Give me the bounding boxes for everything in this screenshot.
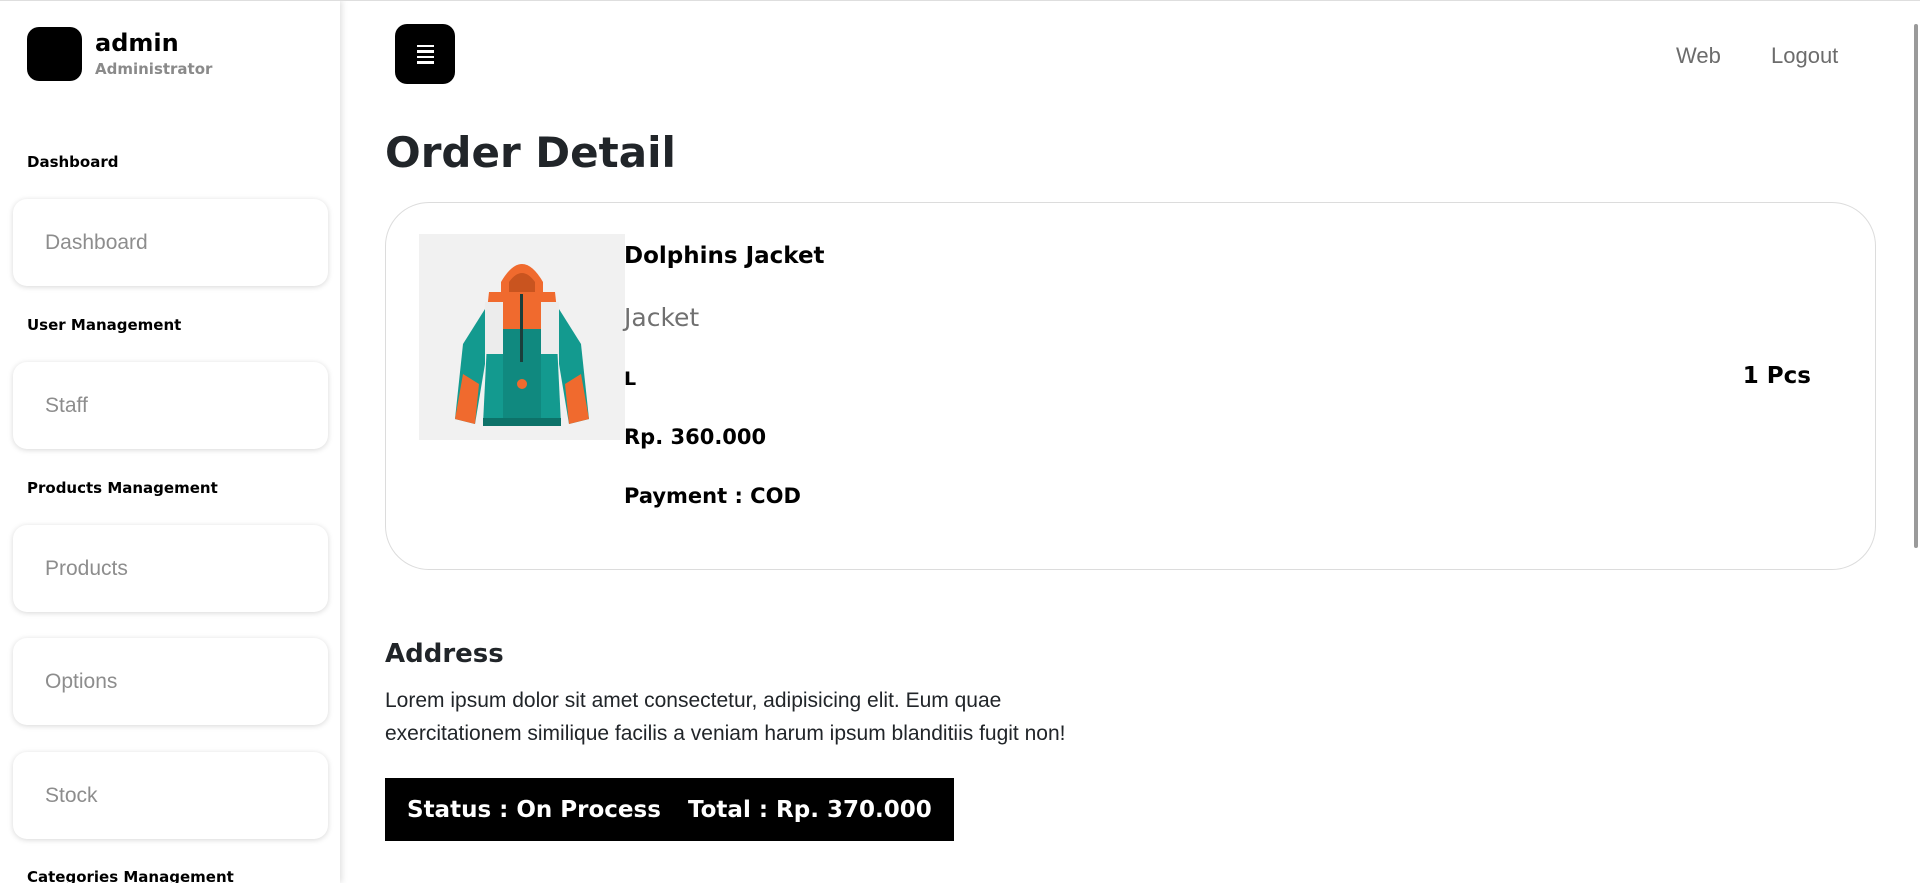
total-badge: Total : Rp. 370.000 [666, 778, 954, 841]
address-text: Lorem ipsum dolor sit amet consectetur, … [385, 689, 1066, 745]
scrollbar-track[interactable] [1911, 0, 1920, 883]
sidebar-item-products[interactable]: Products [13, 525, 328, 612]
avatar [27, 27, 82, 81]
product-price: Rp. 360.000 [624, 425, 767, 449]
product-name: Dolphins Jacket [624, 243, 825, 269]
section-categories-management: Categories Management [27, 868, 234, 883]
sidebar-item-staff[interactable]: Staff [13, 362, 328, 449]
product-image [419, 234, 625, 440]
address-title: Address [385, 639, 504, 669]
sidebar: admin Administrator Dashboard Dashboard … [0, 0, 340, 883]
user-name: admin [95, 29, 179, 57]
top-border [0, 0, 1920, 1]
user-profile: admin Administrator [27, 27, 212, 81]
product-quantity: 1 Pcs [1742, 363, 1811, 389]
user-role: Administrator [95, 60, 213, 78]
menu-toggle-button[interactable] [395, 24, 455, 84]
menu-icon [416, 44, 434, 64]
order-item-card: Dolphins Jacket Jacket L Rp. 360.000 Pay… [385, 202, 1876, 570]
payment-method: Payment : COD [624, 484, 801, 508]
logout-link[interactable]: Logout [1771, 43, 1838, 69]
jacket-image [455, 264, 589, 426]
product-category: Jacket [624, 303, 700, 332]
sidebar-item-dashboard[interactable]: Dashboard [13, 199, 328, 286]
section-products-management: Products Management [27, 479, 218, 497]
status-badge: Status : On Process [385, 778, 683, 841]
product-size: L [624, 368, 637, 390]
scrollbar-thumb[interactable] [1914, 24, 1918, 548]
page-title: Order Detail [385, 128, 676, 177]
web-link[interactable]: Web [1676, 43, 1721, 69]
section-user-management: User Management [27, 316, 182, 334]
section-dashboard: Dashboard [27, 153, 119, 171]
sidebar-item-stock[interactable]: Stock [13, 752, 328, 839]
sidebar-item-options[interactable]: Options [13, 638, 328, 725]
